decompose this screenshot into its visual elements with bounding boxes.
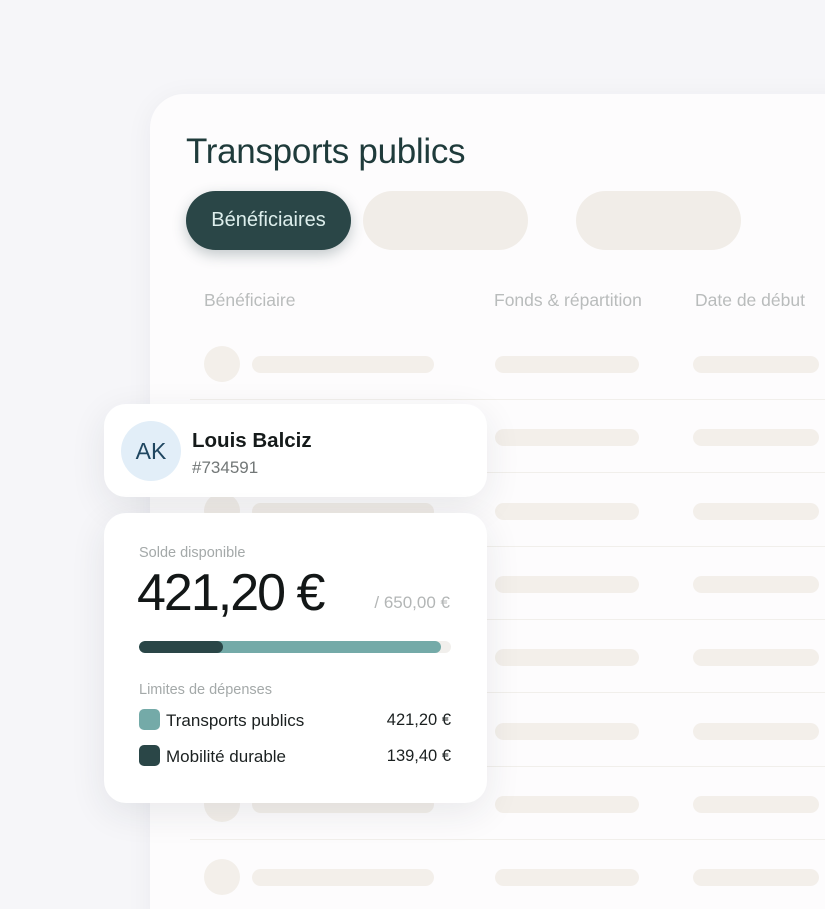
skeleton-name bbox=[252, 869, 434, 887]
table-row[interactable] bbox=[190, 840, 825, 909]
skeleton-date bbox=[693, 502, 819, 520]
user-id: #734591 bbox=[192, 458, 259, 477]
skeleton-date bbox=[693, 356, 819, 373]
skeleton-date bbox=[693, 429, 819, 447]
balance-progress-bar bbox=[139, 641, 451, 653]
skeleton-fund bbox=[495, 795, 639, 813]
page-title: Transports publics bbox=[186, 132, 466, 171]
limit-name: Mobilité durable bbox=[166, 747, 287, 766]
skeleton-circle bbox=[204, 346, 240, 382]
skeleton-fund bbox=[495, 575, 639, 593]
limit-amount: 421,20 € bbox=[386, 711, 451, 729]
skeleton-date bbox=[693, 575, 819, 593]
limit-name: Transports publics bbox=[166, 711, 305, 730]
skeleton-date bbox=[693, 722, 819, 740]
skeleton-date bbox=[693, 649, 819, 667]
column-header-date[interactable]: Date de début bbox=[695, 290, 805, 311]
limit-amount: 139,40 € bbox=[386, 747, 451, 765]
progress-spent bbox=[139, 641, 224, 653]
skeleton-fund bbox=[495, 429, 639, 447]
balance-total: / 650,00 € bbox=[374, 593, 450, 612]
balance-amount: 421,20 € bbox=[137, 564, 325, 622]
user-name: Louis Balciz bbox=[192, 429, 312, 452]
limit-row-transports: Transports publics 421,20 € bbox=[139, 708, 451, 732]
limits-label: Limites de dépenses bbox=[139, 682, 272, 698]
skeleton-date bbox=[693, 869, 819, 887]
balance-card: Solde disponible 421,20 € / 650,00 € Lim… bbox=[104, 513, 487, 803]
skeleton-fund bbox=[495, 649, 639, 667]
skeleton-fund bbox=[495, 356, 639, 373]
table-row[interactable] bbox=[190, 327, 825, 400]
skeleton-circle bbox=[204, 859, 240, 896]
color-swatch bbox=[139, 745, 160, 766]
skeleton-fund bbox=[495, 502, 639, 520]
tab-placeholder-2[interactable] bbox=[363, 191, 528, 250]
tab-placeholder-3[interactable] bbox=[576, 191, 741, 250]
limit-row-mobilite: Mobilité durable 139,40 € bbox=[139, 744, 451, 768]
column-header-beneficiaire[interactable]: Bénéficiaire bbox=[204, 290, 295, 311]
tab-beneficiaires[interactable]: Bénéficiaires bbox=[186, 191, 351, 250]
skeleton-date bbox=[693, 795, 819, 813]
balance-label: Solde disponible bbox=[139, 545, 246, 561]
color-swatch bbox=[139, 709, 160, 730]
skeleton-fund bbox=[495, 722, 639, 740]
skeleton-fund bbox=[495, 869, 639, 887]
skeleton-name bbox=[252, 356, 434, 373]
column-header-fonds[interactable]: Fonds & répartition bbox=[494, 290, 642, 311]
avatar: AK bbox=[121, 421, 181, 481]
user-card[interactable]: AK Louis Balciz #734591 bbox=[104, 404, 487, 497]
